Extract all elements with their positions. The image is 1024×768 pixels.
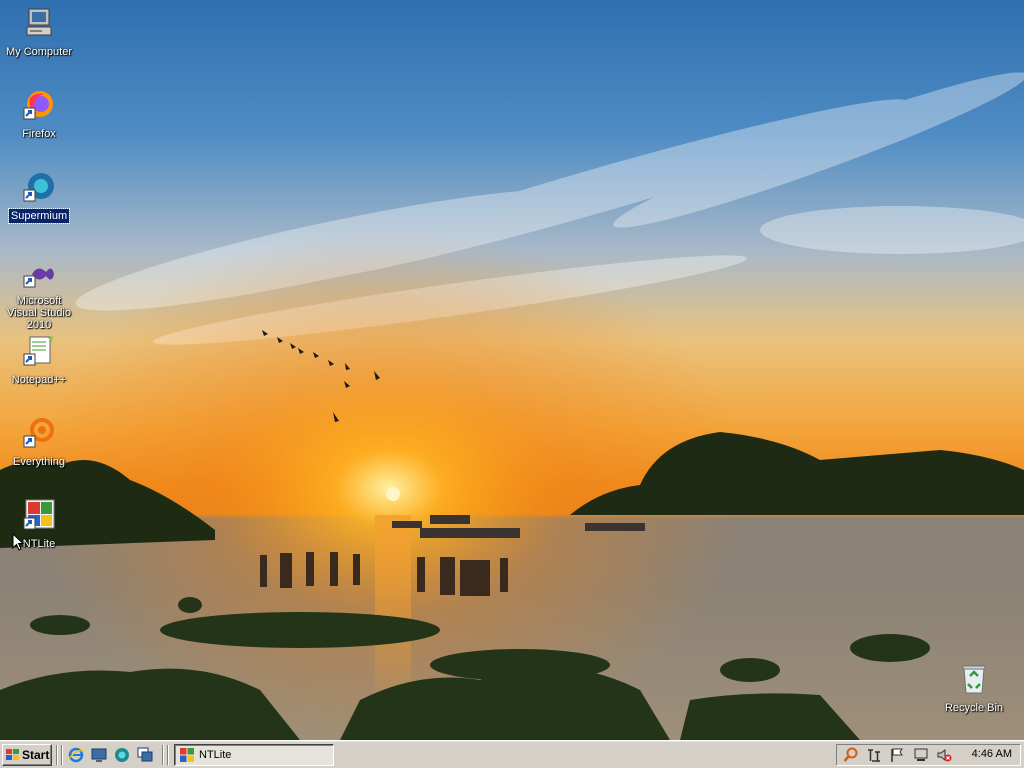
desktop-icon-visual-studio[interactable]: Microsoft Visual Studio 2010	[1, 258, 77, 333]
start-label: Start	[22, 748, 50, 762]
taskbar-separator	[162, 745, 164, 765]
taskbar-button-label: NTLite	[199, 749, 232, 761]
display-icon[interactable]	[913, 747, 929, 763]
taskbar-separator	[56, 745, 58, 765]
volume-muted-icon[interactable]	[936, 747, 952, 763]
desktop-icon-label: Everything	[13, 456, 65, 468]
firefox-icon	[23, 91, 53, 120]
desktop-icon-label: Firefox	[22, 128, 56, 140]
window-switcher-icon[interactable]	[137, 747, 153, 763]
desktop-icon-label: Supermium	[7, 208, 71, 224]
mouse-cursor-icon	[12, 533, 24, 551]
action-center-flag-icon[interactable]	[889, 747, 905, 763]
taskbar-separator	[167, 745, 169, 765]
supermium-icon[interactable]	[114, 747, 130, 763]
taskbar-button-ntlite[interactable]: NTLite	[174, 744, 334, 766]
desktop-icon-supermium[interactable]: Supermium	[1, 170, 77, 224]
desktop-icon-label: Notepad++	[11, 374, 67, 386]
desktop-icon-label: My Computer	[5, 46, 73, 58]
taskbar: Start NTLite 4:46 AM	[0, 740, 1024, 768]
system-tray: 4:46 AM	[836, 744, 1021, 766]
clock[interactable]: 4:46 AM	[972, 748, 1012, 760]
desktop[interactable]: My Computer Firefox Supermium Microsoft …	[0, 0, 1024, 740]
start-button[interactable]: Start	[2, 744, 52, 766]
network-icon[interactable]	[866, 747, 882, 763]
desktop-icon-label: Recycle Bin	[944, 702, 1004, 714]
ntlite-icon	[23, 499, 55, 530]
my-computer-icon	[26, 8, 52, 36]
desktop-icon-everything[interactable]: Everything	[1, 416, 77, 470]
desktop-icon-label: NTLite	[22, 538, 56, 550]
supermium-icon	[23, 173, 54, 202]
notepadpp-icon	[23, 336, 53, 366]
desktop-icon-my-computer[interactable]: My Computer	[1, 6, 77, 60]
wallpaper-sunset-image	[0, 0, 1024, 740]
desktop-icon-firefox[interactable]: Firefox	[1, 88, 77, 142]
ntlite-icon	[180, 748, 194, 762]
windows-logo-icon	[6, 749, 19, 760]
desktop-icon-notepadpp[interactable]: Notepad++	[1, 334, 77, 388]
search-icon[interactable]	[843, 747, 859, 763]
everything-icon	[23, 418, 54, 448]
show-desktop-icon[interactable]	[91, 747, 107, 763]
internet-explorer-icon[interactable]	[68, 747, 84, 763]
recycle-bin-icon	[962, 665, 986, 694]
taskbar-separator	[61, 745, 63, 765]
desktop-icon-label: Microsoft Visual Studio 2010	[6, 295, 71, 331]
desktop-icon-recycle-bin[interactable]: Recycle Bin	[936, 662, 1012, 716]
visual-studio-icon	[23, 268, 54, 288]
